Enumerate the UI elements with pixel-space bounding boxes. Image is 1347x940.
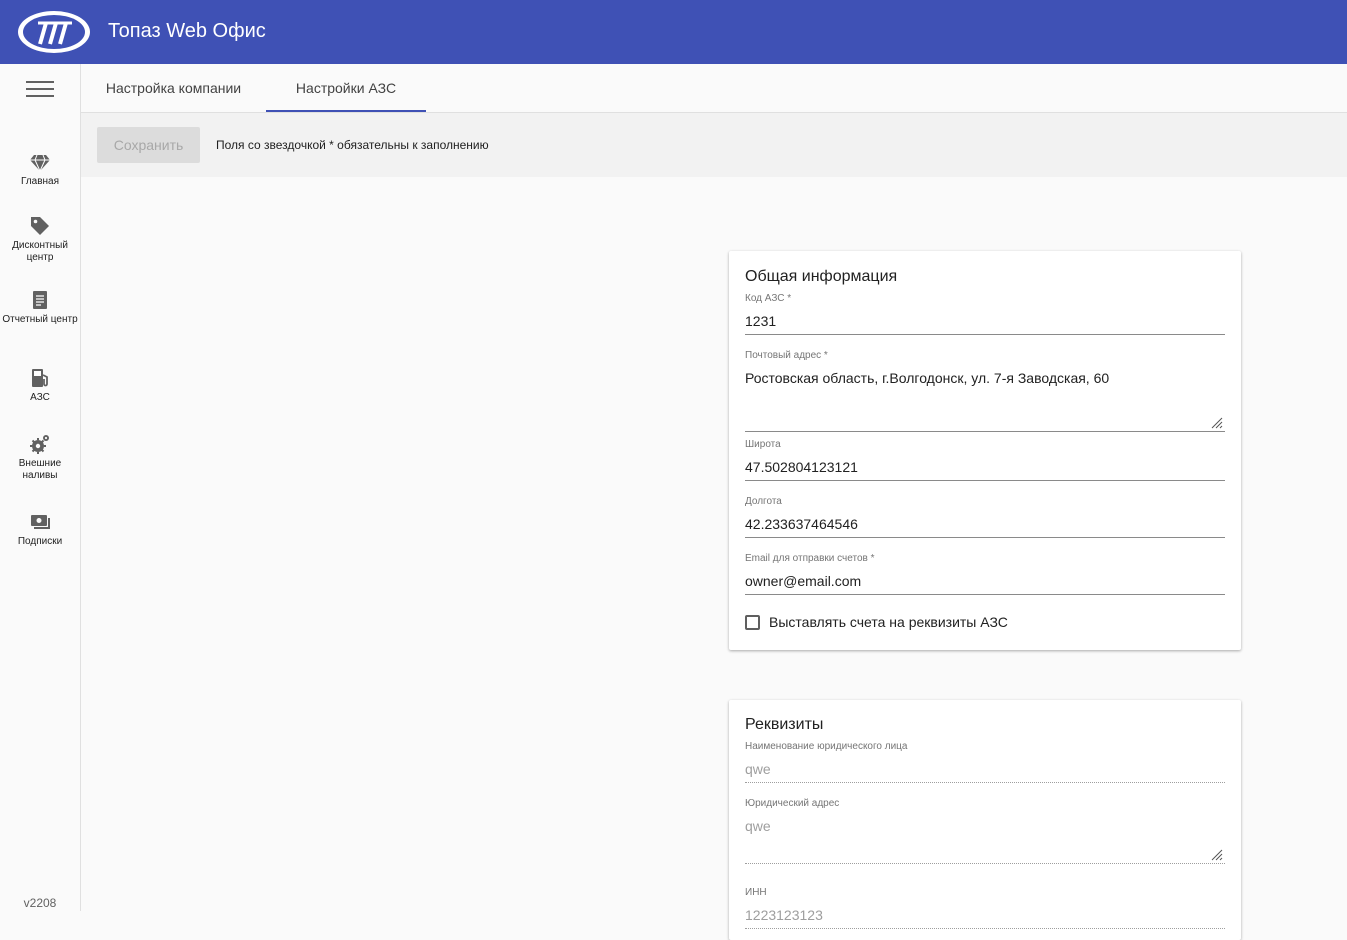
- resize-handle-icon: [1211, 849, 1223, 861]
- tab-station-settings[interactable]: Настройки АЗС: [266, 64, 426, 112]
- tab-company-settings[interactable]: Настройка компании: [105, 64, 242, 112]
- legal-address-textarea: qwe: [745, 817, 1225, 864]
- sidebar-item-label: Отчетный центр: [2, 314, 78, 325]
- sidebar-item-subscriptions[interactable]: Подписки: [0, 511, 80, 548]
- app-header: Топаз Web Офис: [0, 0, 1347, 64]
- settings-tabs: Настройка компании Настройки АЗС: [81, 64, 1347, 113]
- postal-address-textarea[interactable]: Ростовская область, г.Волгодонск, ул. 7-…: [745, 369, 1225, 432]
- subscription-icon: [31, 515, 50, 529]
- sidebar-item-report-center[interactable]: Отчетный центр: [0, 289, 80, 326]
- app-title: Топаз Web Офис: [108, 20, 266, 42]
- report-icon: [33, 291, 47, 309]
- field-label: Широта: [745, 439, 781, 450]
- required-fields-note: Поля со звездочкой * обязательны к запол…: [216, 138, 489, 152]
- longitude-input[interactable]: 42.233637464546: [745, 515, 1225, 538]
- invoice-checkbox[interactable]: [745, 614, 760, 630]
- sidebar-item-label: Дисконтный центр: [12, 240, 68, 263]
- fuel-station-icon: [32, 369, 48, 387]
- invoice-checkbox-label: Выставлять счета на реквизиты АЗС: [769, 614, 1008, 630]
- latitude-input[interactable]: 47.502804123121: [745, 458, 1225, 481]
- invoice-checkbox-row[interactable]: Выставлять счета на реквизиты АЗС: [745, 614, 1008, 630]
- sidebar-item-label: Подписки: [17, 536, 63, 547]
- field-label: Код АЗС *: [745, 293, 792, 304]
- sidebar-item-label: Главная: [20, 176, 60, 187]
- tag-icon: [31, 217, 49, 235]
- sidebar: Главная Дисконтный центр Отчетный центр …: [0, 64, 81, 911]
- station-code-field[interactable]: Код АЗС * 1231: [745, 293, 1225, 335]
- email-field[interactable]: Email для отправки счетов * owner@email.…: [745, 553, 1225, 595]
- station-code-input[interactable]: 1231: [745, 312, 1225, 335]
- gears-icon: [30, 435, 49, 454]
- card-title: Общая информация: [745, 268, 898, 285]
- field-label: Юридический адрес: [745, 798, 840, 809]
- email-input[interactable]: owner@email.com: [745, 572, 1225, 595]
- card-title: Реквизиты: [745, 716, 824, 733]
- field-label: Email для отправки счетов *: [745, 553, 875, 564]
- save-button[interactable]: Сохранить: [97, 127, 200, 163]
- topaz-logo-icon[interactable]: [16, 9, 92, 55]
- app-version: v2208: [23, 896, 57, 910]
- inn-input: 1223123123: [745, 906, 1225, 929]
- sidebar-item-label: Внешние наливы: [18, 458, 62, 481]
- resize-handle-icon[interactable]: [1209, 415, 1223, 429]
- sidebar-item-stations[interactable]: АЗС: [0, 367, 80, 404]
- field-label: ИНН: [745, 887, 767, 898]
- sidebar-item-label: АЗС: [30, 392, 50, 403]
- legal-name-field: Наименование юридического лица qwe: [745, 741, 1225, 783]
- toolbar: Сохранить Поля со звездочкой * обязатель…: [81, 113, 1347, 177]
- hamburger-menu-icon[interactable]: [26, 80, 55, 100]
- legal-address-field: Юридический адрес qwe: [745, 798, 1225, 864]
- postal-address-field[interactable]: Почтовый адрес * Ростовская область, г.В…: [745, 350, 1225, 432]
- sidebar-item-discount-center[interactable]: Дисконтный центр: [0, 215, 80, 264]
- longitude-field[interactable]: Долгота 42.233637464546: [745, 496, 1225, 538]
- field-label: Почтовый адрес *: [745, 350, 828, 361]
- requisites-card: Реквизиты Наименование юридического лица…: [729, 700, 1241, 940]
- field-label: Наименование юридического лица: [745, 741, 908, 752]
- general-info-card: Общая информация Код АЗС * 1231 Почтовый…: [729, 251, 1241, 650]
- sidebar-item-home[interactable]: Главная: [0, 151, 80, 188]
- sidebar-item-external-fills[interactable]: Внешние наливы: [0, 433, 80, 482]
- latitude-field[interactable]: Широта 47.502804123121: [745, 439, 1225, 481]
- field-label: Долгота: [745, 496, 782, 507]
- inn-field: ИНН 1223123123: [745, 887, 1225, 929]
- legal-name-input: qwe: [745, 760, 1225, 783]
- diamond-icon: [30, 154, 50, 173]
